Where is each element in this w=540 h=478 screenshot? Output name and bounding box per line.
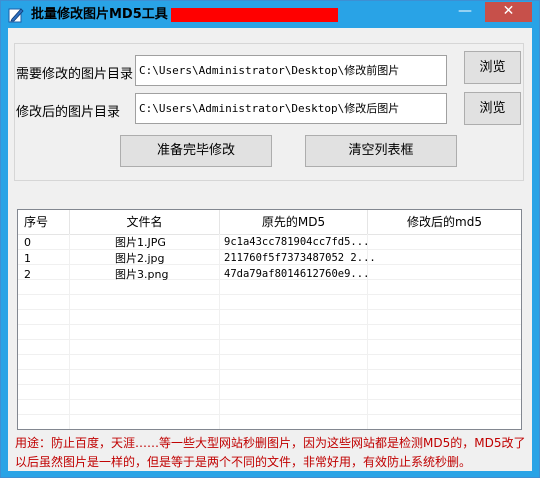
row-divider <box>18 309 521 310</box>
window-title: 批量修改图片MD5工具 <box>31 7 168 22</box>
col-header-index[interactable]: 序号 <box>18 210 70 234</box>
cell-original-md5: 47da79af8014612760e9... <box>224 268 370 280</box>
cell-original-md5: 211760f5f7373487052 2... <box>224 252 376 264</box>
source-browse-button[interactable]: 浏览 <box>464 51 521 84</box>
row-divider <box>18 384 521 385</box>
title-bar: 批量修改图片MD5工具 — ✕ <box>1 1 539 28</box>
cell-filename: 图片1.JPG <box>115 236 166 249</box>
row-divider <box>18 354 521 355</box>
close-button[interactable]: ✕ <box>485 2 532 22</box>
source-dir-label: 需要修改的图片目录 <box>16 67 134 82</box>
col-header-original-md5[interactable]: 原先的MD5 <box>220 210 368 234</box>
target-dir-label: 修改后的图片目录 <box>16 105 121 120</box>
minimize-icon: — <box>458 3 472 19</box>
source-dir-input[interactable]: C:\Users\Administrator\Desktop\修改前图片 <box>135 55 447 86</box>
cell-original-md5: 9c1a43cc781904cc7fd5... <box>224 236 370 248</box>
cell-index: 2 <box>24 268 31 281</box>
cell-filename: 图片2.jpg <box>115 252 165 265</box>
col-header-new-md5[interactable]: 修改后的md5 <box>368 210 521 234</box>
client-area: 需要修改的图片目录 C:\Users\Administrator\Desktop… <box>8 28 532 471</box>
table-row[interactable]: 2 图片3.png 47da79af8014612760e9... <box>18 267 521 282</box>
target-browse-button[interactable]: 浏览 <box>464 92 521 125</box>
close-icon: ✕ <box>502 3 515 19</box>
start-modify-button[interactable]: 准备完毕修改 <box>120 135 272 167</box>
redaction-bar <box>171 8 338 22</box>
row-divider <box>18 324 521 325</box>
row-divider <box>18 294 521 295</box>
app-window: 批量修改图片MD5工具 — ✕ 需要修改的图片目录 C:\Users\Admin… <box>0 0 540 478</box>
minimize-button[interactable]: — <box>452 2 478 22</box>
row-divider <box>18 339 521 340</box>
table-row[interactable]: 0 图片1.JPG 9c1a43cc781904cc7fd5... <box>18 235 521 250</box>
col-header-filename[interactable]: 文件名 <box>70 210 220 234</box>
row-divider <box>18 414 521 415</box>
target-dir-input[interactable]: C:\Users\Administrator\Desktop\修改后图片 <box>135 93 447 124</box>
usage-note: 用途：防止百度，天涯……等一些大型网站秒删图片，因为这些网站都是检测MD5的，M… <box>15 436 526 469</box>
app-icon <box>8 7 24 23</box>
results-table[interactable]: 序号 文件名 原先的MD5 修改后的md5 0 图片1.JPG 9c1a43cc… <box>17 209 522 430</box>
cell-filename: 图片3.png <box>115 268 169 281</box>
clear-list-button[interactable]: 清空列表框 <box>305 135 457 167</box>
table-header: 序号 文件名 原先的MD5 修改后的md5 <box>18 210 521 235</box>
cell-index: 1 <box>24 252 31 265</box>
table-row[interactable]: 1 图片2.jpg 211760f5f7373487052 2... <box>18 251 521 266</box>
row-divider <box>18 369 521 370</box>
cell-index: 0 <box>24 236 31 249</box>
row-divider <box>18 399 521 400</box>
